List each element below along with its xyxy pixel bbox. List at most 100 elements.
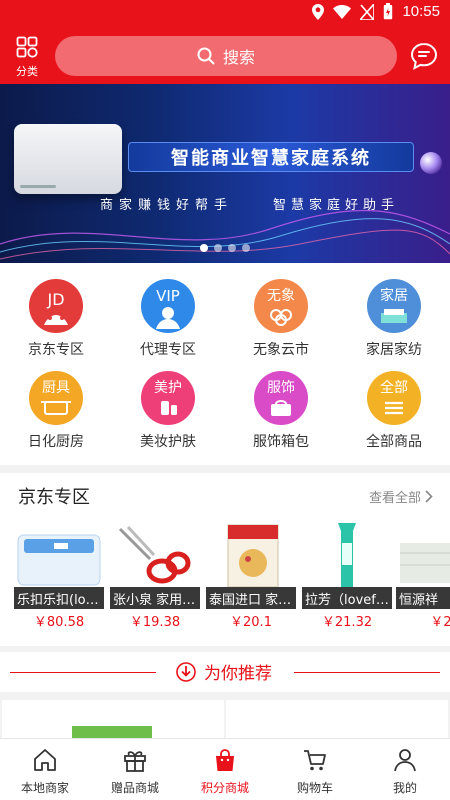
category-all[interactable]: 全部 全部商品 bbox=[338, 355, 450, 450]
shopping-bag-icon bbox=[216, 749, 234, 771]
tab-profile[interactable]: 我的 bbox=[360, 739, 450, 800]
no-signal-icon bbox=[360, 3, 375, 20]
product-price: ￥2 bbox=[430, 615, 450, 630]
category-agent[interactable]: VIP 代理专区 bbox=[112, 263, 224, 358]
tab-local-merchants[interactable]: 本地商家 bbox=[0, 739, 90, 800]
product-price: ￥80.58 bbox=[33, 615, 85, 630]
product-card[interactable]: 泰国进口 家… ￥20.1 bbox=[206, 523, 296, 633]
product-card[interactable]: 乐扣乐扣(lo… ￥80.58 bbox=[14, 523, 104, 633]
category-label: 服饰箱包 bbox=[253, 434, 309, 450]
tab-points-mall[interactable]: 积分商城 bbox=[180, 739, 270, 800]
category-label: 日化厨房 bbox=[28, 434, 84, 450]
grid-icon bbox=[16, 36, 38, 58]
carousel-dot[interactable] bbox=[242, 244, 250, 252]
product-image bbox=[72, 726, 152, 740]
recommend-title: 为你推荐 bbox=[176, 659, 272, 684]
product-name: 恒源祥 bbox=[396, 587, 450, 609]
category-fashion[interactable]: 服饰 服饰箱包 bbox=[225, 355, 337, 450]
tab-gift-mall[interactable]: 赠品商城 bbox=[90, 739, 180, 800]
recommend-card[interactable] bbox=[226, 700, 448, 740]
promo-banner[interactable]: 智能商业智慧家庭系统 商家赚钱好帮手 智慧家庭好助手 bbox=[0, 84, 450, 263]
arrow-down-circle-icon bbox=[176, 661, 196, 682]
pot-icon: 厨具 bbox=[29, 371, 83, 425]
divider bbox=[10, 672, 156, 673]
product-image bbox=[396, 523, 450, 587]
status-icons: 10:55 bbox=[312, 3, 440, 20]
top-header: 分类 搜索 bbox=[0, 26, 450, 84]
list-icon: 全部 bbox=[367, 371, 421, 425]
product-card[interactable]: 张小泉 家用… ￥19.38 bbox=[110, 523, 200, 633]
product-name: 张小泉 家用… bbox=[110, 587, 200, 609]
product-name: 泰国进口 家… bbox=[206, 587, 296, 609]
tab-label: 购物车 bbox=[296, 781, 333, 795]
sofa-icon: 家居 bbox=[367, 279, 421, 333]
banner-subtitle-right: 智慧家庭好助手 bbox=[273, 198, 400, 213]
category-label: 全部商品 bbox=[366, 434, 422, 450]
carousel-dots bbox=[200, 244, 250, 252]
category-label: 分类 bbox=[16, 65, 38, 78]
carousel-dot[interactable] bbox=[228, 244, 236, 252]
category-beauty[interactable]: 美护 美妆护肤 bbox=[112, 355, 224, 450]
product-card[interactable]: 拉芳（lovef… ￥21.32 bbox=[302, 523, 392, 633]
tab-label: 积分商城 bbox=[200, 781, 249, 795]
tab-label: 本地商家 bbox=[20, 781, 69, 795]
product-price: ￥20.1 bbox=[230, 615, 272, 630]
product-name: 乐扣乐扣(lo… bbox=[14, 587, 104, 609]
message-icon bbox=[410, 42, 438, 70]
cosmetics-icon: 美护 bbox=[141, 371, 195, 425]
tab-label: 我的 bbox=[392, 781, 417, 795]
cloud-market-icon: 无象 bbox=[254, 279, 308, 333]
location-icon bbox=[312, 3, 325, 20]
category-jd[interactable]: JD 京东专区 bbox=[0, 263, 112, 358]
category-kitchen[interactable]: 厨具 日化厨房 bbox=[0, 355, 112, 450]
category-grid: JD 京东专区 VIP 代理专区 无象 无象云市 家居 家居家纺 厨具 日化厨房 bbox=[0, 263, 450, 465]
home-icon bbox=[34, 749, 56, 771]
tab-label: 赠品商城 bbox=[110, 781, 159, 795]
status-bar: 10:55 bbox=[0, 0, 450, 26]
jd-section: 京东专区 查看全部 乐扣乐扣(lo… ￥80.58 张小泉 家用… ￥19.38… bbox=[0, 473, 450, 646]
product-price: ￥21.32 bbox=[321, 615, 373, 630]
jd-icon: JD bbox=[29, 279, 83, 333]
status-time: 10:55 bbox=[402, 3, 440, 20]
section-title: 京东专区 bbox=[18, 487, 90, 508]
gift-icon bbox=[124, 751, 146, 772]
search-icon bbox=[197, 47, 215, 65]
tab-cart[interactable]: 购物车 bbox=[270, 739, 360, 800]
wifi-icon bbox=[333, 4, 352, 19]
message-button[interactable] bbox=[409, 41, 439, 71]
banner-subtitle-left: 商家赚钱好帮手 bbox=[100, 198, 234, 213]
view-all-label: 查看全部 bbox=[368, 491, 421, 506]
banner-device-image bbox=[14, 124, 122, 194]
search-bar[interactable]: 搜索 bbox=[55, 36, 397, 76]
category-home[interactable]: 家居 家居家纺 bbox=[338, 263, 450, 358]
product-price: ￥19.38 bbox=[129, 615, 181, 630]
product-carousel: 乐扣乐扣(lo… ￥80.58 张小泉 家用… ￥19.38 泰国进口 家… ￥… bbox=[14, 523, 450, 633]
category-label: 美妆护肤 bbox=[140, 434, 196, 450]
product-card[interactable]: 恒源祥 ￥2 bbox=[396, 523, 450, 633]
bottom-tab-bar: 本地商家 赠品商城 积分商城 购物车 我的 bbox=[0, 738, 450, 800]
recommend-header: 为你推荐 bbox=[0, 652, 450, 692]
vip-icon: VIP bbox=[141, 279, 195, 333]
view-all-link[interactable]: 查看全部 bbox=[369, 487, 433, 506]
carousel-dot[interactable] bbox=[200, 244, 208, 252]
banner-orb bbox=[420, 152, 442, 174]
recommend-grid bbox=[0, 700, 450, 740]
product-image bbox=[302, 523, 392, 587]
carousel-dot[interactable] bbox=[214, 244, 222, 252]
product-image bbox=[206, 523, 296, 587]
divider bbox=[294, 672, 440, 673]
banner-title: 智能商业智慧家庭系统 bbox=[128, 142, 414, 172]
recommend-card[interactable] bbox=[2, 700, 224, 740]
search-placeholder: 搜索 bbox=[222, 48, 255, 67]
category-wuxiang[interactable]: 无象 无象云市 bbox=[225, 263, 337, 358]
bag-icon: 服饰 bbox=[254, 371, 308, 425]
category-button[interactable]: 分类 bbox=[10, 34, 44, 78]
recommend-label: 为你推荐 bbox=[204, 664, 272, 684]
product-name: 拉芳（lovef… bbox=[302, 587, 392, 609]
product-image bbox=[14, 523, 104, 587]
chevron-right-icon bbox=[425, 490, 433, 503]
battery-icon bbox=[384, 3, 393, 20]
product-image bbox=[110, 523, 200, 587]
user-icon bbox=[394, 749, 416, 772]
cart-icon bbox=[304, 750, 326, 771]
